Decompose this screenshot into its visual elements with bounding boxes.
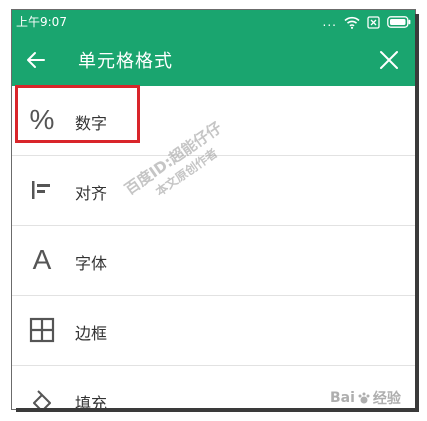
status-bar: 上午9:07 ... (12, 10, 415, 34)
arrow-left-icon (27, 52, 45, 68)
menu-item-font[interactable]: A 字体 (12, 226, 415, 296)
close-button[interactable] (377, 48, 401, 72)
border-grid-icon (28, 316, 56, 344)
menu-item-border[interactable]: 边框 (12, 296, 415, 366)
frame-shadow-bottom (16, 408, 419, 412)
wifi-icon (344, 16, 360, 29)
status-time: 上午9:07 (16, 15, 67, 29)
baidu-jingyan-logo: Bai 经验 (330, 386, 415, 409)
format-menu-list: % 数字 对齐 A 字体 边框 填充 (12, 86, 415, 409)
frame-shadow-right (415, 14, 419, 412)
paw-icon (358, 392, 370, 404)
fill-bucket-icon (28, 386, 56, 409)
menu-item-label: 字体 (75, 254, 108, 273)
menu-item-label: 边框 (75, 324, 108, 343)
font-icon: A (32, 244, 52, 275)
sim-disabled-icon (367, 15, 380, 29)
page-title: 单元格格式 (78, 51, 173, 72)
menu-item-alignment[interactable]: 对齐 (12, 156, 415, 226)
logo-text: Bai (330, 390, 355, 406)
app-bar: 单元格格式 (12, 34, 415, 86)
back-button[interactable] (24, 48, 48, 72)
close-icon (380, 51, 398, 69)
app-window: 上午9:07 ... 单元格格式 % 数字 对齐 A 字体 边框 填充 百度ID… (11, 9, 416, 410)
logo-text-2: 经验 (372, 391, 401, 407)
signal-dots-icon: ... (322, 15, 337, 29)
menu-item-number[interactable]: % 数字 (12, 86, 415, 156)
percent-icon: % (29, 104, 55, 135)
align-left-icon (28, 176, 56, 204)
battery-icon (387, 16, 411, 28)
menu-item-label: 填充 (75, 394, 108, 410)
menu-item-label: 数字 (75, 114, 108, 133)
status-icons: ... (323, 14, 411, 30)
menu-item-label: 对齐 (75, 184, 108, 203)
